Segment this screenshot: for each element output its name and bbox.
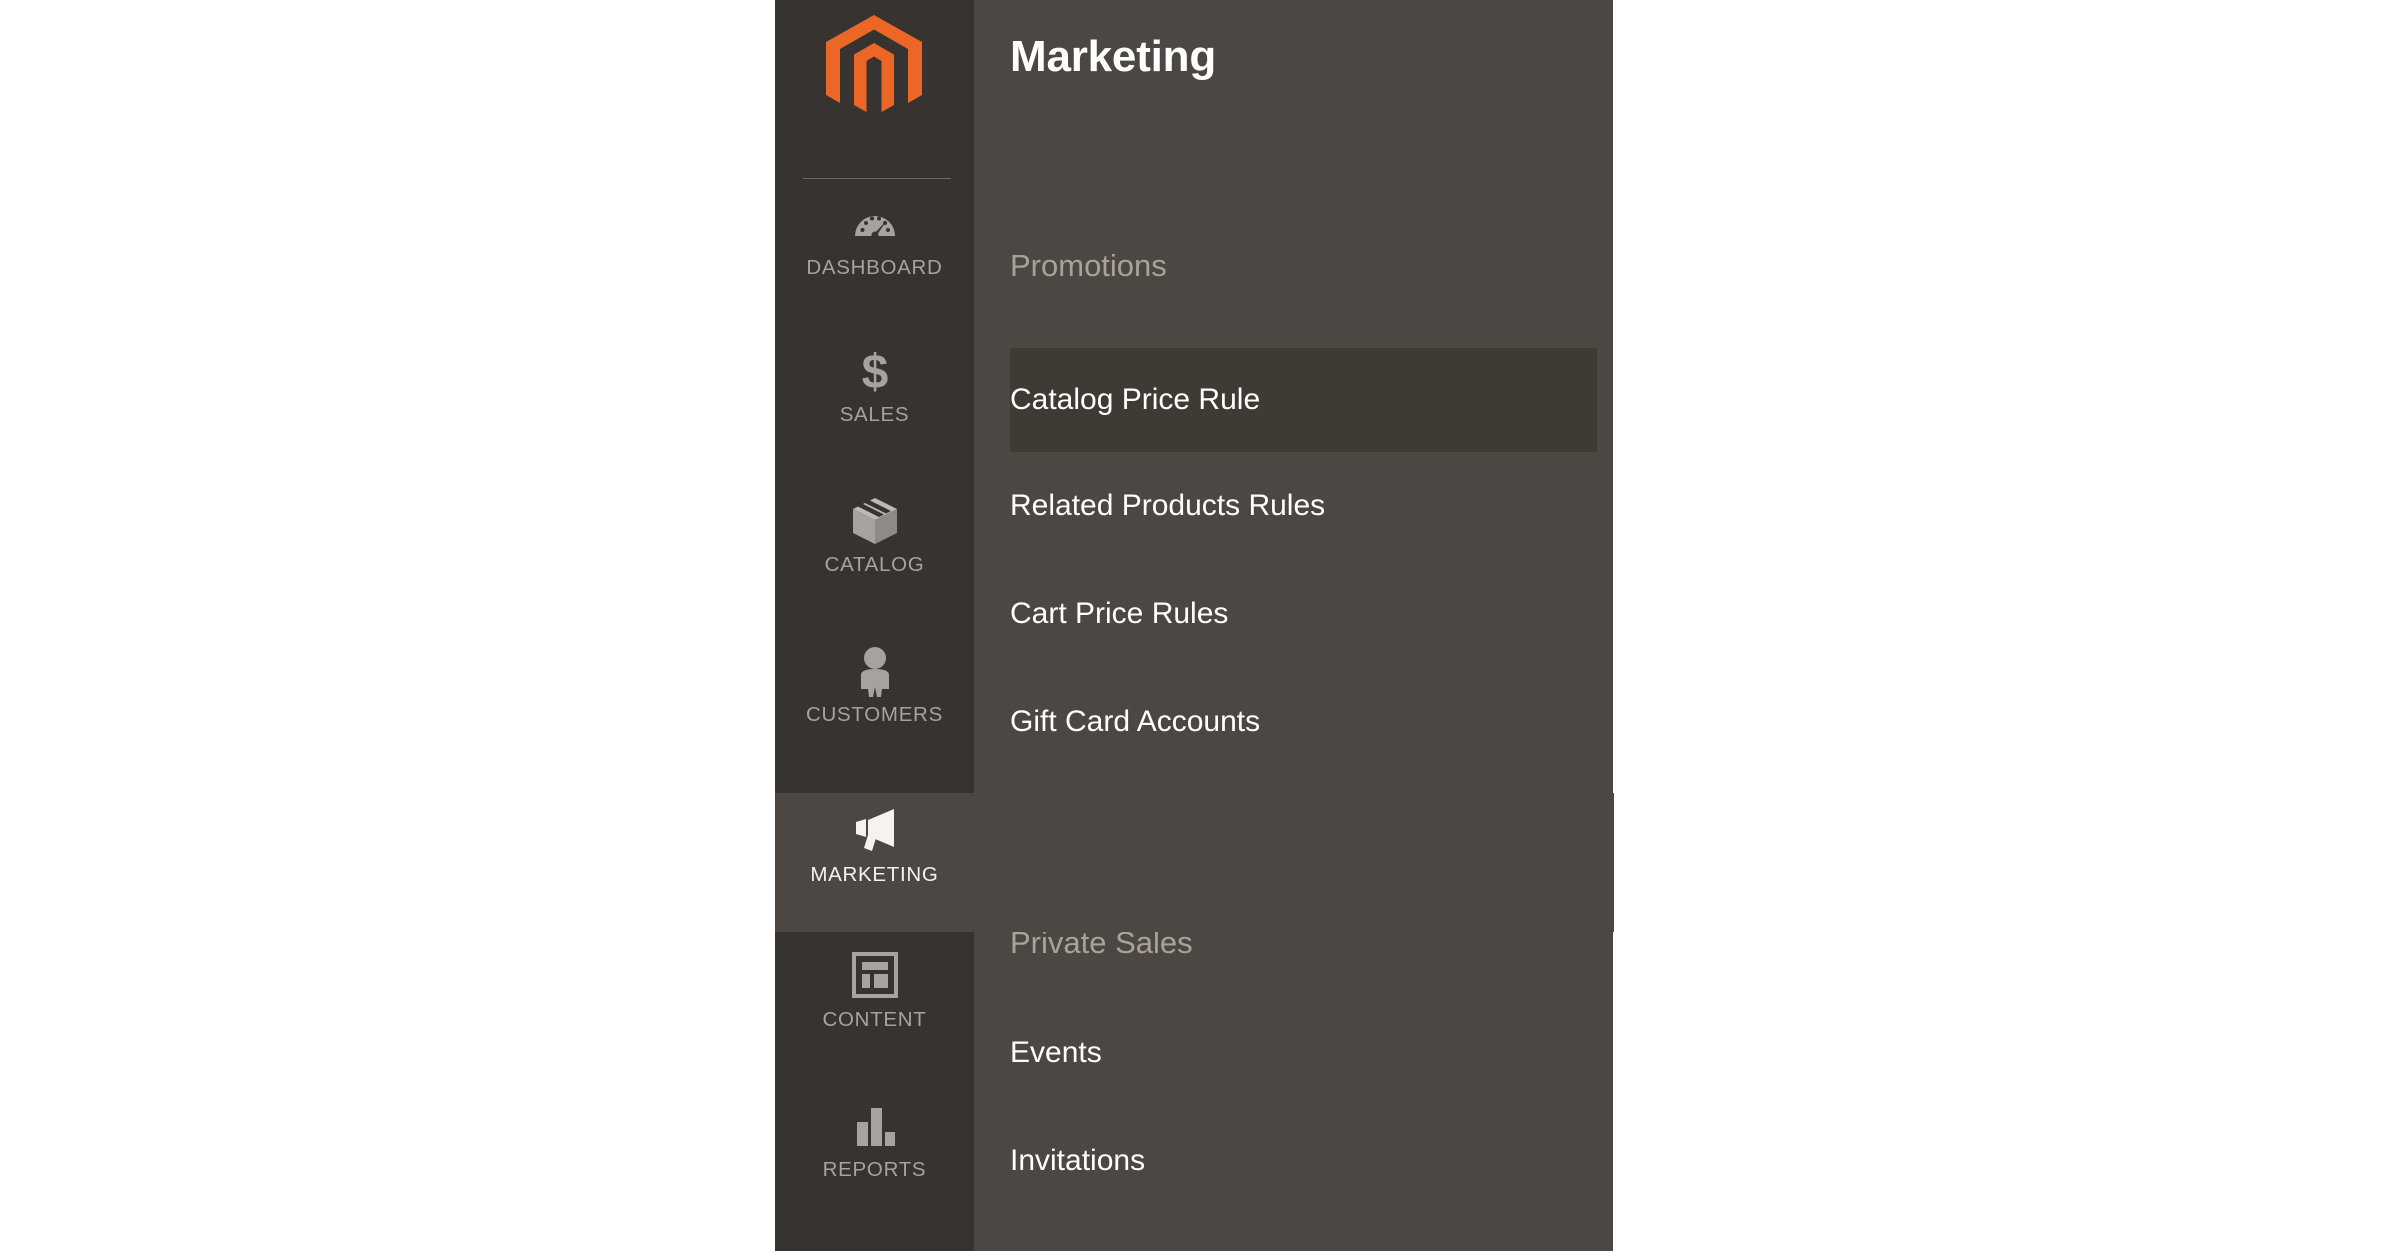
logo-divider (803, 178, 951, 179)
box-icon (775, 495, 974, 547)
flyout-item-related-products-rules[interactable]: Related Products Rules (974, 470, 1613, 542)
sidebar-item-label: REPORTS (822, 1158, 927, 1181)
sidebar-item-content[interactable]: CONTENT (775, 950, 974, 1032)
sidebar-item-marketing[interactable]: MARKETING (775, 793, 1614, 932)
admin-menu-root: DASHBOARD $ SALES CATALOG CUSTOMERS MARK… (0, 0, 2389, 1251)
sidebar-item-reports[interactable]: REPORTS (775, 1100, 974, 1182)
magento-logo-icon (826, 15, 922, 119)
flyout-group-title-promotions: Promotions (1010, 248, 1167, 283)
svg-text:$: $ (861, 346, 888, 397)
magento-logo-wrap[interactable] (775, 0, 974, 179)
sidebar-item-sales[interactable]: $ SALES (775, 345, 974, 427)
dollar-icon: $ (775, 345, 974, 397)
sidebar-item-label: CATALOG (824, 553, 925, 576)
sidebar-item-dashboard[interactable]: DASHBOARD (775, 198, 974, 280)
bar-chart-icon (775, 1100, 974, 1152)
flyout-item-events[interactable]: Events (974, 1017, 1613, 1089)
admin-sidebar: DASHBOARD $ SALES CATALOG CUSTOMERS MARK… (775, 0, 1614, 1251)
sidebar-item-label: MARKETING (810, 863, 939, 886)
sidebar-item-label: CUSTOMERS (806, 703, 943, 726)
sidebar-item-catalog[interactable]: CATALOG (775, 495, 974, 577)
marketing-flyout-panel: Marketing Promotions Catalog Price Rule … (974, 0, 1613, 1251)
sidebar-item-customers[interactable]: CUSTOMERS (775, 645, 974, 727)
sidebar-item-label: CONTENT (822, 1008, 927, 1031)
flyout-item-label: Events (1010, 1036, 1102, 1069)
megaphone-icon (775, 805, 974, 857)
flyout-item-label: Catalog Price Rule (1010, 383, 1261, 416)
flyout-item-gift-card-accounts[interactable]: Gift Card Accounts (974, 686, 1613, 758)
gauge-icon (775, 198, 974, 250)
flyout-item-label: Invitations (1010, 1144, 1146, 1177)
flyout-item-invitations[interactable]: Invitations (974, 1125, 1613, 1197)
flyout-item-label: Gift Card Accounts (1010, 705, 1261, 738)
flyout-title: Marketing (1010, 32, 1217, 81)
flyout-item-cart-price-rules[interactable]: Cart Price Rules (974, 578, 1613, 650)
flyout-item-catalog-price-rule[interactable]: Catalog Price Rule (1010, 348, 1597, 452)
sidebar-item-label: SALES (839, 403, 910, 426)
person-icon (775, 645, 974, 697)
sidebar-item-label: DASHBOARD (806, 256, 943, 279)
layout-icon (775, 950, 974, 1002)
flyout-item-label: Cart Price Rules (1010, 597, 1229, 630)
flyout-item-label: Related Products Rules (1010, 489, 1326, 522)
